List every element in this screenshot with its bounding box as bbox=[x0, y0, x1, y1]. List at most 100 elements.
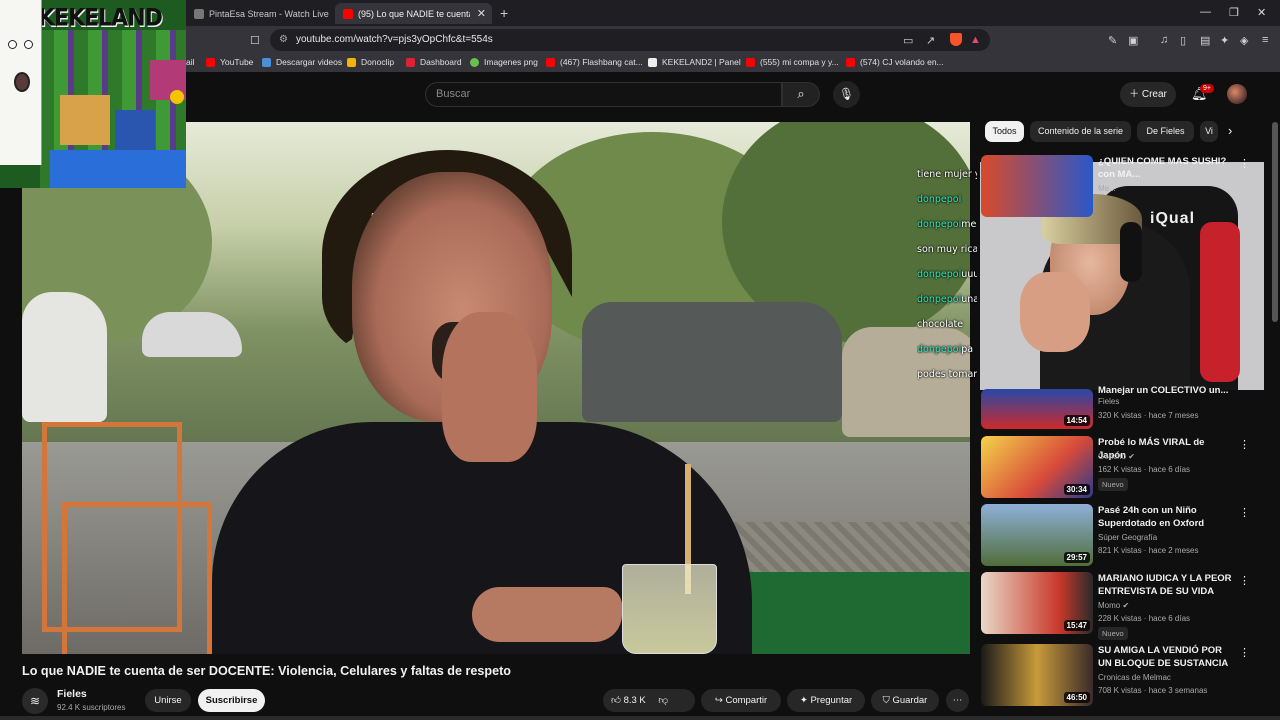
bookmark-item[interactable]: KEKELAND2 | Panel bbox=[648, 57, 741, 67]
recommendation-title[interactable]: Pasé 24h con un Niño Superdotado en Oxfo… bbox=[1098, 504, 1233, 530]
mute-icon bbox=[194, 8, 204, 19]
chat-message: donpepoiunas ganas de bbox=[917, 294, 977, 305]
recommendation-title[interactable]: Manejar un COLECTIVO un... bbox=[1098, 384, 1233, 397]
chip-series[interactable]: Contenido de la serie bbox=[1030, 121, 1131, 142]
sidebar-icon[interactable]: ▯ bbox=[1180, 34, 1186, 47]
recommendation-channel[interactable]: Momo ✔ bbox=[1098, 601, 1129, 610]
video-thumbnail[interactable]: 29:57 bbox=[981, 504, 1093, 566]
chip-more[interactable]: Vi bbox=[1200, 121, 1218, 142]
recommendation-channel[interactable]: Súper Geografía bbox=[1098, 533, 1157, 542]
plus-icon: ＋ bbox=[1129, 89, 1140, 100]
media-icon[interactable]: ♫ bbox=[1160, 34, 1168, 46]
recommendation-channel[interactable]: Fieles bbox=[1098, 397, 1119, 406]
chat-message: donpepoipa bbox=[917, 344, 974, 355]
voice-search-button[interactable]: 🎙︎ bbox=[833, 81, 860, 108]
cast-icon[interactable]: ▭ bbox=[903, 34, 913, 47]
vpn-icon[interactable]: ◈ bbox=[1240, 34, 1248, 47]
channel-avatar[interactable]: ≋ bbox=[22, 688, 48, 714]
video-player[interactable] bbox=[22, 122, 970, 654]
bookmark-item[interactable]: Imagenes png bbox=[470, 57, 538, 67]
tab-title: (95) Lo que NADIE te cuenta de bbox=[358, 8, 470, 19]
ask-button[interactable]: ✦ Preguntar bbox=[787, 689, 865, 712]
menu-icon[interactable]: ≡ bbox=[1262, 34, 1268, 46]
meme-face bbox=[0, 0, 42, 165]
bookmark-item[interactable]: Descargar videos bbox=[262, 57, 342, 67]
bookmark-save-icon: ⛉ bbox=[882, 695, 890, 706]
bookmark-item[interactable]: ail bbox=[186, 57, 195, 67]
join-button[interactable]: Unirse bbox=[145, 689, 191, 712]
recommendation-title[interactable]: ¿QUIEN COME MAS SUSHI? con MA... bbox=[1098, 155, 1233, 181]
more-vertical-icon[interactable]: ⋮ bbox=[1239, 157, 1250, 170]
like-dislike-group: 👍︎ 8.3 K 👎︎ bbox=[603, 689, 695, 712]
bookmark-item[interactable]: (555) mi compa y y... bbox=[746, 57, 839, 67]
more-vertical-icon[interactable]: ⋮ bbox=[1239, 646, 1250, 659]
chip-todos[interactable]: Todos bbox=[985, 121, 1024, 142]
recommendation-item[interactable]: ¿QUIEN COME MAS SUSHI? con MA... Me... ⋮ bbox=[981, 155, 1271, 219]
bookmark-item[interactable]: YouTube bbox=[206, 57, 253, 67]
url-field[interactable]: ⚙ youtube.com/watch?v=pjs3yOpChfc&t=554s bbox=[270, 29, 990, 51]
restore-icon[interactable]: ❐ bbox=[1229, 6, 1239, 19]
more-vertical-icon[interactable]: ⋮ bbox=[1239, 574, 1250, 587]
video-thumbnail[interactable] bbox=[981, 155, 1093, 217]
close-tab-icon[interactable]: ✕ bbox=[477, 7, 486, 20]
create-button[interactable]: ＋ Crear bbox=[1120, 82, 1176, 107]
address-bar-row: ☐ ⚙ youtube.com/watch?v=pjs3yOpChfc&t=55… bbox=[0, 26, 1280, 54]
extensions-icon[interactable]: ✎ bbox=[1108, 34, 1117, 47]
bookmark-item[interactable]: (467) Flashbang cat... bbox=[546, 57, 643, 67]
brave-shields-icon[interactable] bbox=[950, 33, 962, 46]
video-thumbnail[interactable]: 15:47 bbox=[981, 572, 1093, 634]
browser-tab[interactable]: PintaEsa Stream - Watch Live on bbox=[186, 3, 331, 24]
recommendation-title[interactable]: SU AMIGA LA VENDIÓ POR UN BLOQUE DE SUST… bbox=[1098, 644, 1233, 671]
share-label: Compartir bbox=[725, 695, 768, 706]
search-button[interactable]: ⌕ bbox=[782, 82, 820, 107]
site-info-icon[interactable]: ⚙ bbox=[279, 29, 288, 51]
recommendation-item[interactable]: 29:57 Pasé 24h con un Niño Superdotado e… bbox=[981, 504, 1271, 568]
like-button[interactable]: 👍︎ 8.3 K bbox=[611, 695, 646, 706]
thumbs-down-icon: 👎︎ bbox=[658, 695, 669, 706]
eye bbox=[8, 40, 17, 49]
recommendation-channel[interactable]: Goncho ✔ bbox=[1098, 452, 1135, 461]
video-thumbnail[interactable]: 14:54 bbox=[981, 389, 1093, 429]
recommendation-item[interactable]: 14:54 Manejar un COLECTIVO un... Fieles … bbox=[981, 385, 1271, 430]
youtube-icon bbox=[343, 8, 353, 19]
video-thumbnail[interactable]: 30:34 bbox=[981, 436, 1093, 498]
chip-fieles[interactable]: De Fieles bbox=[1137, 121, 1194, 142]
recommendation-item[interactable]: 15:47 MARIANO IUDICA Y LA PEOR ENTREVIST… bbox=[981, 572, 1271, 640]
share-button[interactable]: ↪ Compartir bbox=[701, 689, 781, 712]
share-icon[interactable]: ↗ bbox=[926, 34, 935, 47]
video-thumbnail[interactable]: 46:50 bbox=[981, 644, 1093, 706]
more-vertical-icon[interactable]: ⋮ bbox=[1239, 438, 1250, 451]
account-avatar[interactable] bbox=[1227, 84, 1247, 104]
search-input[interactable]: Buscar bbox=[425, 82, 782, 107]
verified-icon: ✔ bbox=[1128, 452, 1135, 461]
chevron-right-icon[interactable]: › bbox=[1228, 123, 1232, 138]
bookmark-icon[interactable]: ☐ bbox=[250, 34, 260, 47]
bookmark-item[interactable]: Donoclip bbox=[347, 57, 394, 67]
recommendation-title[interactable]: MARIANO IUDICA Y LA PEOR ENTREVISTA DE S… bbox=[1098, 572, 1233, 598]
bookmark-item[interactable]: (574) CJ volando en... bbox=[846, 57, 944, 67]
minimize-icon[interactable]: — bbox=[1200, 6, 1211, 18]
video-duration: 46:50 bbox=[1063, 692, 1090, 703]
images-icon bbox=[470, 57, 479, 67]
more-vertical-icon[interactable]: ⋮ bbox=[1239, 506, 1250, 519]
scrollbar[interactable] bbox=[1272, 122, 1278, 322]
rewards-icon[interactable]: ▲ bbox=[970, 34, 981, 46]
browser-tab-active[interactable]: (95) Lo que NADIE te cuenta de ✕ bbox=[335, 3, 492, 24]
screenshot-icon[interactable]: ▣ bbox=[1128, 34, 1138, 47]
save-button[interactable]: ⛉ Guardar bbox=[871, 689, 939, 712]
close-window-icon[interactable]: ✕ bbox=[1257, 6, 1266, 19]
recommendation-item[interactable]: 30:34 Probé lo MÁS VIRAL de Japón Goncho… bbox=[981, 436, 1271, 500]
recommendation-channel[interactable]: Cronicas de Melmac bbox=[1098, 673, 1171, 682]
subscribe-button[interactable]: Suscribirse bbox=[198, 689, 265, 712]
new-tab-button[interactable]: + bbox=[500, 5, 508, 21]
channel-name[interactable]: Fieles bbox=[57, 688, 87, 700]
recommendation-item[interactable]: 46:50 SU AMIGA LA VENDIÓ POR UN BLOQUE D… bbox=[981, 644, 1271, 708]
recommendation-channel[interactable]: Me... bbox=[1098, 184, 1116, 193]
wallet-icon[interactable]: ▤ bbox=[1200, 34, 1210, 47]
leo-icon[interactable]: ✦ bbox=[1220, 34, 1229, 47]
share-arrow-icon: ↪ bbox=[714, 695, 723, 706]
sparkle-icon: ✦ bbox=[799, 695, 808, 706]
more-actions-button[interactable]: ⋯ bbox=[946, 689, 969, 712]
dislike-button[interactable]: 👎︎ bbox=[658, 695, 668, 706]
bookmark-item[interactable]: Dashboard bbox=[406, 57, 462, 67]
